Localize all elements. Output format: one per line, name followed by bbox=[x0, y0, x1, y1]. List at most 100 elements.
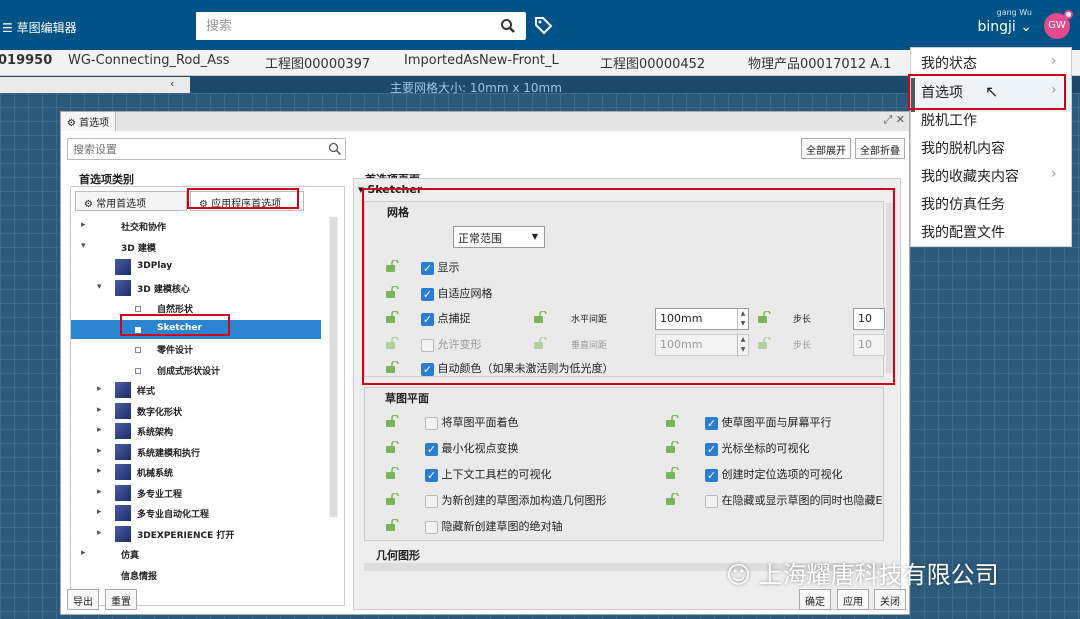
sketch-plane-checkbox[interactable]: ✓ 使草图平面与屏幕平行 bbox=[705, 414, 832, 430]
gear-icon: ⚙ bbox=[67, 118, 76, 129]
checkbox[interactable]: ✓ bbox=[705, 442, 718, 456]
app-title[interactable]: ☰ 草图编辑器 bbox=[2, 19, 77, 36]
checkbox[interactable]: ✓ bbox=[705, 416, 718, 430]
sketch-plane-checkbox[interactable]: ✓ 光标坐标的可视化 bbox=[705, 440, 810, 456]
tab-item[interactable]: 工程图00000397 bbox=[265, 53, 370, 72]
menu-item[interactable]: 我的收藏夹内容 › bbox=[921, 166, 1057, 186]
tab-common-preferences[interactable]: ⚙ 常用首选项 bbox=[75, 191, 187, 211]
tree-item[interactable]: ▸ 多专业工程 bbox=[71, 484, 321, 503]
sketch-plane-checkbox[interactable]: ✓ 最小化视点变换 bbox=[425, 440, 519, 456]
chevron-right-icon[interactable]: ▸ bbox=[97, 425, 102, 435]
collapse-all-button[interactable]: 全部折叠 bbox=[855, 138, 905, 159]
search-box[interactable] bbox=[196, 12, 526, 40]
tab-item[interactable]: 物理产品00017012 A.1 bbox=[748, 53, 891, 72]
avatar[interactable]: GW bbox=[1044, 10, 1073, 39]
lock-icon[interactable] bbox=[665, 492, 679, 505]
sketch-plane-checkbox[interactable]: ✓ 上下文工具栏的可视化 bbox=[425, 466, 552, 482]
tree-item[interactable]: ▸ 样式 bbox=[71, 381, 321, 400]
tree-item[interactable]: ▾ 3D 建模 bbox=[71, 238, 321, 257]
checkbox[interactable]: ✓ bbox=[705, 468, 718, 482]
sketch-plane-checkbox[interactable]: 在隐藏或显示草图的同时也隐藏Ε bbox=[705, 492, 882, 508]
sketch-plane-checkbox[interactable]: 为新创建的草图添加构造几何图形 bbox=[425, 492, 607, 508]
tree-item[interactable]: ▸ 多专业自动化工程 bbox=[71, 504, 321, 523]
tree-item[interactable]: ▸ 仿真 bbox=[71, 545, 321, 564]
tab-item[interactable]: ImportedAsNew-Front_L bbox=[404, 53, 559, 68]
tree-scrollbar[interactable] bbox=[329, 217, 338, 517]
sketch-plane-checkbox[interactable]: 隐藏新创建草图的绝对轴 bbox=[425, 518, 563, 534]
scrollbar-thumb[interactable] bbox=[330, 217, 337, 517]
search-input[interactable] bbox=[196, 12, 486, 40]
sketch-plane-checkbox[interactable]: 将草图平面着色 bbox=[425, 414, 519, 430]
lock-icon[interactable] bbox=[385, 518, 399, 531]
chevron-right-icon[interactable]: ▸ bbox=[97, 487, 102, 497]
checkbox-label: 将草图平面着色 bbox=[441, 416, 519, 429]
lock-icon[interactable] bbox=[385, 414, 399, 427]
tree-item[interactable]: ▾ 3D 建模核心 bbox=[71, 279, 321, 298]
tab-item[interactable]: 019950 bbox=[0, 53, 52, 68]
menu-item[interactable]: 我的状态 › bbox=[921, 53, 1057, 73]
tree-item-label: 3D 建模核心 bbox=[137, 284, 190, 295]
apply-button[interactable]: 应用 bbox=[837, 589, 869, 610]
checkbox-label: 上下文工具栏的可视化 bbox=[441, 468, 552, 481]
lock-icon[interactable] bbox=[665, 414, 679, 427]
close-button[interactable]: 关闭 bbox=[874, 589, 906, 610]
sketch-plane-checkbox[interactable]: ✓ 创建时定位选项的可视化 bbox=[705, 466, 843, 482]
checkbox[interactable]: ✓ bbox=[425, 442, 438, 456]
tree-item[interactable]: ▸ 系统架构 bbox=[71, 422, 321, 441]
lock-icon[interactable] bbox=[665, 440, 679, 453]
checkbox[interactable] bbox=[425, 494, 438, 508]
chevron-down-icon[interactable]: ▾ bbox=[81, 241, 86, 251]
menu-item[interactable]: 我的脱机内容 bbox=[921, 138, 1005, 158]
chevron-right-icon[interactable]: ▸ bbox=[97, 446, 102, 456]
chevron-right-icon[interactable]: ▸ bbox=[97, 384, 102, 394]
chevron-right-icon[interactable]: ▸ bbox=[81, 548, 86, 558]
tree-item[interactable]: 零件设计 bbox=[71, 340, 321, 359]
user-name[interactable]: bingji ⌄ bbox=[978, 19, 1033, 35]
tree-item[interactable]: ▸ 机械系统 bbox=[71, 463, 321, 482]
search-icon[interactable] bbox=[500, 18, 516, 34]
checkbox[interactable] bbox=[705, 494, 718, 508]
maximize-icon[interactable]: ⤢ bbox=[883, 113, 892, 126]
user-info[interactable]: gang Wu bingji ⌄ bbox=[978, 8, 1033, 35]
tab-item[interactable]: WG-Connecting_Rod_Ass bbox=[68, 53, 230, 68]
checkbox[interactable]: ✓ bbox=[425, 468, 438, 482]
expand-all-button[interactable]: 全部展开 bbox=[801, 138, 851, 159]
tag-icon[interactable] bbox=[533, 15, 553, 35]
lock-icon[interactable] bbox=[665, 466, 679, 479]
reset-button[interactable]: 重置 bbox=[105, 589, 137, 610]
chevron-right-icon[interactable]: ▸ bbox=[97, 466, 102, 476]
lock-icon[interactable] bbox=[385, 492, 399, 505]
settings-search-box[interactable] bbox=[67, 138, 346, 160]
lock-icon[interactable] bbox=[385, 440, 399, 453]
chevron-right-icon[interactable]: ▸ bbox=[97, 528, 102, 538]
settings-search-input[interactable] bbox=[68, 139, 318, 159]
checkbox[interactable] bbox=[425, 416, 438, 430]
tree-item[interactable]: 3DPlay bbox=[71, 258, 321, 277]
tab-item[interactable]: 工程图00000452 bbox=[600, 53, 705, 72]
chevron-right-icon: › bbox=[1051, 53, 1057, 69]
export-button[interactable]: 导出 bbox=[67, 589, 99, 610]
sub-toolbar: ‹ bbox=[0, 77, 190, 93]
chevron-right-icon[interactable]: ▸ bbox=[97, 405, 102, 415]
chevron-right-icon[interactable]: ▸ bbox=[81, 220, 86, 230]
menu-item[interactable]: 我的配置文件 bbox=[921, 222, 1005, 242]
checkbox[interactable] bbox=[425, 520, 438, 534]
menu-item[interactable]: 我的仿真任务 bbox=[921, 194, 1005, 214]
tree-item[interactable]: ▸ 3DEXPERIENCE 打开 bbox=[71, 525, 321, 544]
tree-item[interactable]: 创成式形状设计 bbox=[71, 361, 321, 380]
tree-item[interactable]: ▸ 系统建模和执行 bbox=[71, 443, 321, 462]
tree-item[interactable]: ▸ 数字化形状 bbox=[71, 402, 321, 421]
highlight-box bbox=[908, 74, 1066, 110]
ok-button[interactable]: 确定 bbox=[799, 589, 831, 610]
chevron-down-icon[interactable]: ▾ bbox=[97, 282, 102, 292]
dialog-title-tab[interactable]: ⚙ 首选项 bbox=[61, 112, 117, 131]
tree-item[interactable]: ▸ 社交和协作 bbox=[71, 217, 321, 236]
lock-icon[interactable] bbox=[385, 466, 399, 479]
geometry-title[interactable]: 几何图形 bbox=[376, 547, 420, 563]
menu-item[interactable]: 脱机工作 bbox=[921, 110, 977, 130]
collapse-arrow-icon[interactable]: ‹ bbox=[170, 77, 174, 90]
close-icon[interactable]: ✕ bbox=[896, 113, 905, 126]
chevron-right-icon[interactable]: ▸ bbox=[97, 507, 102, 517]
tree-item[interactable]: 信息情报 bbox=[71, 566, 321, 585]
search-icon[interactable] bbox=[328, 142, 342, 156]
